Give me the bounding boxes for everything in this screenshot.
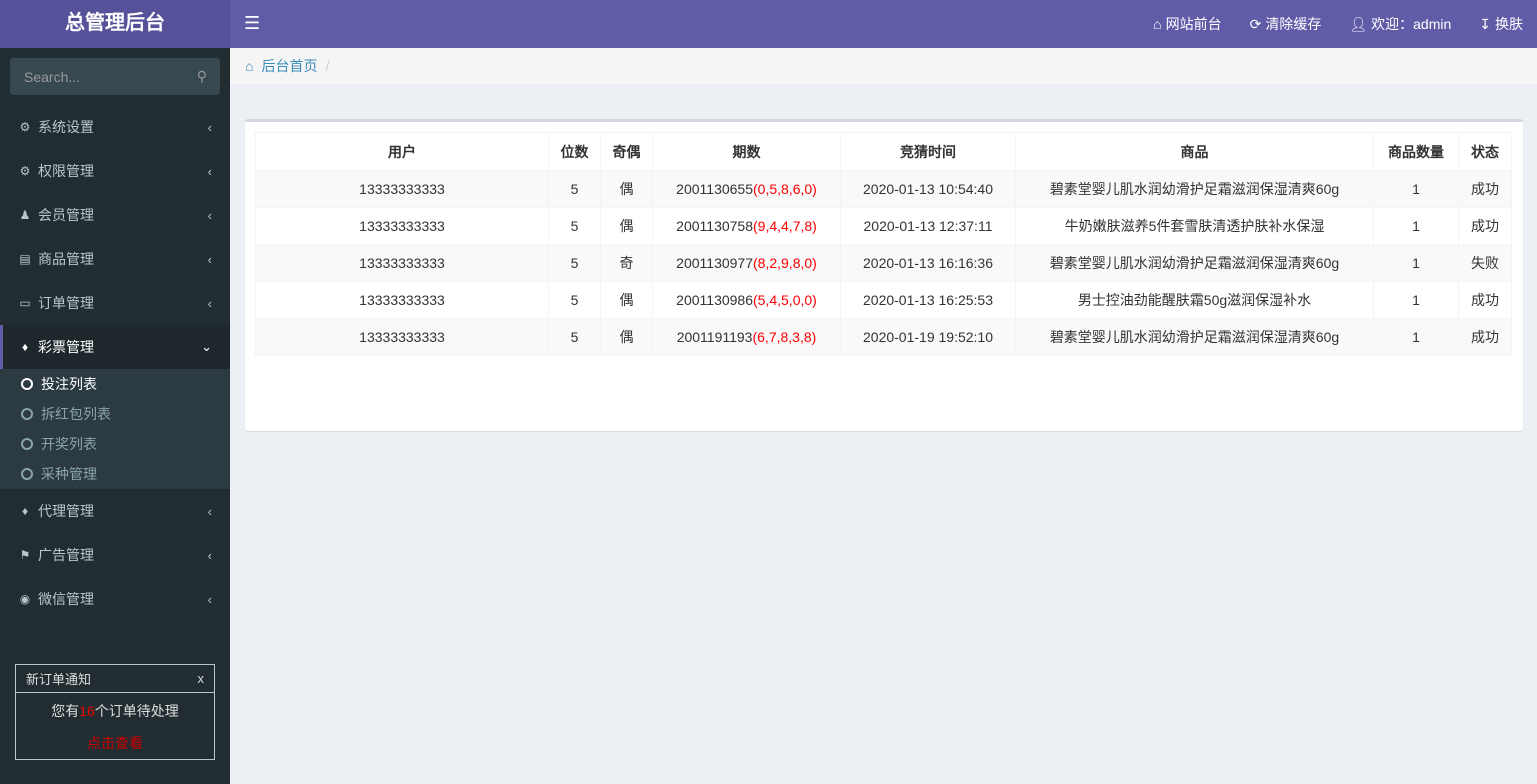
sidebar-item-3[interactable]: ▤ 商品管理 ‹: [0, 237, 230, 281]
chevron-left-icon: ‹: [207, 547, 212, 563]
close-icon[interactable]: x: [198, 671, 205, 686]
home-icon: ⌂: [245, 58, 254, 74]
status: 失败: [1458, 244, 1512, 282]
table-row: 13333333333 5 偶 2001191193(6,7,8,3,8) 2020…: [255, 318, 1512, 356]
submenu: 投注列表 拆红包列表 开奖列表 采种管理: [0, 369, 230, 489]
sidebar-search: ⚲: [10, 58, 220, 95]
column-header: 用户: [255, 132, 549, 171]
top-navbar: ☰ ⌂ 网站前台 ⟳ 清除缓存 👤︎ 欢迎：admin ↧ 换肤: [230, 0, 1537, 48]
table-row: 13333333333 5 偶 2001130758(9,4,4,7,8) 2020…: [255, 207, 1512, 245]
site-frontend-link[interactable]: ⌂ 网站前台: [1153, 14, 1221, 34]
chevron-left-icon: ‹: [207, 295, 212, 311]
user-icon: ♟: [19, 208, 31, 222]
user-icon: 👤︎: [1349, 15, 1368, 32]
skin-link[interactable]: ↧ 换肤: [1479, 14, 1523, 34]
table-row: 13333333333 5 偶 2001130655(0,5,8,6,0) 2020…: [255, 170, 1512, 208]
circle-icon: [21, 408, 33, 420]
sidebar-item-1[interactable]: ⚙ 权限管理 ‹: [0, 149, 230, 193]
status: 成功: [1458, 318, 1512, 356]
status: 成功: [1458, 207, 1512, 245]
table-row: 13333333333 5 奇 2001130977(8,2,9,8,0) 2020…: [255, 244, 1512, 282]
table-row: 13333333333 5 偶 2001130986(5,4,5,0,0) 2020…: [255, 281, 1512, 319]
chevron-left-icon: ‹: [207, 119, 212, 135]
chevron-left-icon: ‹: [207, 163, 212, 179]
refresh-icon: ⟳: [1249, 15, 1262, 32]
sidebar-item-4[interactable]: ▭ 订单管理 ‹: [0, 281, 230, 325]
circle-icon: [21, 438, 33, 450]
chevron-down-icon: ⌄: [201, 339, 212, 354]
clear-cache-link[interactable]: ⟳ 清除缓存: [1250, 14, 1322, 34]
column-header: 商品: [1015, 132, 1374, 171]
bell-icon: ♦: [21, 504, 29, 518]
draw-numbers: (9,4,4,7,8): [753, 218, 817, 234]
breadcrumb-home[interactable]: 后台首页: [261, 56, 317, 76]
book-icon: ▤: [19, 252, 31, 266]
submenu-item-0[interactable]: 投注列表: [0, 369, 230, 399]
sidebar-item-5[interactable]: ♦ 彩票管理 ⌄: [0, 325, 230, 369]
column-header: 期数: [652, 132, 841, 171]
submenu-item-3[interactable]: 采种管理: [0, 459, 230, 489]
circle-icon: [21, 378, 33, 390]
submenu-item-1[interactable]: 拆红包列表: [0, 399, 230, 429]
sidebar-item-7[interactable]: ⚑ 广告管理 ‹: [0, 533, 230, 577]
new-order-notice: 新订单通知 x 您有16个订单待处理 点击查看: [15, 664, 215, 760]
chevron-left-icon: ‹: [207, 251, 212, 267]
search-icon[interactable]: ⚲: [197, 68, 207, 85]
money-icon: ▭: [19, 296, 31, 310]
bet-table: 用户 位数 奇偶 期数 竞猜时间 商品 商品数量 状态 13333333333 5 偶 20011…: [255, 132, 1512, 356]
sidebar-item-0[interactable]: ⚙ 系统设置 ‹: [0, 105, 230, 149]
column-header: 状态: [1458, 132, 1512, 171]
user-menu[interactable]: 👤︎ 欢迎：admin: [1349, 14, 1451, 34]
draw-numbers: (5,4,5,0,0): [753, 292, 817, 308]
wechat-icon: ◉: [19, 592, 31, 606]
column-header: 商品数量: [1373, 132, 1459, 171]
order-count: 16: [79, 703, 95, 719]
column-header: 奇偶: [600, 132, 653, 171]
chevron-left-icon: ‹: [207, 591, 212, 607]
submenu-item-2[interactable]: 开奖列表: [0, 429, 230, 459]
bell-icon: ♦: [21, 340, 29, 354]
skin-icon: ↧: [1479, 15, 1491, 32]
draw-numbers: (0,5,8,6,0): [753, 181, 817, 197]
gear-icon: ⚙: [19, 120, 31, 134]
sidebar-item-8[interactable]: ◉ 微信管理 ‹: [0, 577, 230, 621]
gears-icon: ⚙: [19, 164, 31, 178]
draw-numbers: (6,7,8,3,8): [752, 329, 817, 345]
search-input[interactable]: [24, 68, 174, 85]
sidebar: ⚲ ⚙系统设置‹⚙权限管理‹♟会员管理‹▤商品管理‹▭订单管理‹♦彩票管理⌄投注…: [0, 48, 230, 784]
breadcrumb: ⌂ 后台首页 /: [230, 48, 1537, 84]
bet-list-panel: 用户 位数 奇偶 期数 竞猜时间 商品 商品数量 状态 13333333333 5 偶 20011…: [245, 119, 1523, 431]
status: 成功: [1458, 170, 1512, 208]
column-header: 竞猜时间: [840, 132, 1016, 171]
app-logo[interactable]: 总管理后台: [0, 0, 230, 48]
chevron-left-icon: ‹: [207, 503, 212, 519]
flag-icon: ⚑: [19, 548, 31, 562]
sidebar-item-2[interactable]: ♟ 会员管理 ‹: [0, 193, 230, 237]
home-icon: ⌂: [1153, 16, 1162, 32]
draw-numbers: (8,2,9,8,0): [753, 255, 817, 271]
sidebar-toggle-icon[interactable]: ☰: [244, 13, 260, 34]
column-header: 位数: [548, 132, 601, 171]
sidebar-item-6[interactable]: ♦ 代理管理 ‹: [0, 489, 230, 533]
circle-icon: [21, 468, 33, 480]
chevron-left-icon: ‹: [207, 207, 212, 223]
status: 成功: [1458, 281, 1512, 319]
sidebar-menu: ⚙ 系统设置 ‹ ⚙ 权限管理 ‹ ♟ 会员管理 ‹ ▤ 商品管理 ‹ ▭ 订单管理 ‹ ♦ 彩票管理 ⌄ 投注列表…: [0, 105, 230, 621]
view-orders-link[interactable]: 点击查看: [16, 733, 214, 753]
